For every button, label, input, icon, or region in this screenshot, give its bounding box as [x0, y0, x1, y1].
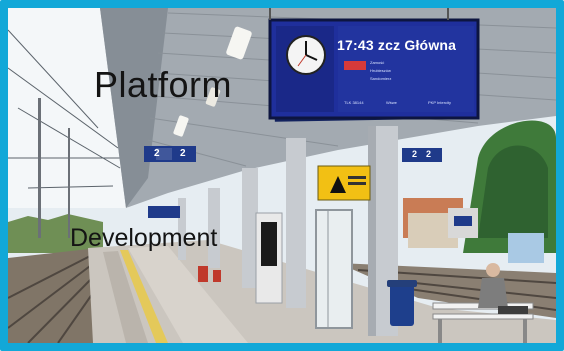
via-stop: Sandomierz	[370, 76, 392, 81]
photo-frame: Platform Development 17:43 zcz Główna Za…	[0, 0, 564, 351]
blue-bin-lid	[387, 280, 417, 287]
catenary-mast-2	[68, 128, 70, 238]
pillar-shadow	[368, 126, 376, 336]
platform-sign-1	[144, 146, 196, 162]
ticket-machine	[508, 233, 544, 263]
time-text: 17:43	[337, 37, 374, 53]
development-heading: Development	[70, 224, 218, 252]
train-number: TLK 38144	[344, 100, 364, 105]
glass-shelter	[315, 209, 353, 329]
platform-heading: Platform	[94, 64, 233, 105]
platform-sign-track: 2	[180, 148, 186, 159]
platform-sign-number: 2	[412, 149, 418, 159]
station-photo	[8, 8, 556, 343]
red-bin	[198, 266, 208, 282]
warning-text	[348, 182, 366, 185]
red-bin	[213, 270, 221, 282]
catenary-mast	[38, 98, 41, 238]
service-note: Wśwe	[386, 100, 397, 105]
platform-sign-number: 2	[154, 148, 160, 159]
platform-sign-2	[402, 148, 442, 162]
platform-sign-track: 2	[426, 149, 432, 159]
platform-sign-far-right	[454, 216, 472, 226]
via-stop: Zamość	[370, 60, 385, 65]
platform-sign-far	[148, 206, 180, 218]
operator-name: PKP Intercity	[428, 100, 452, 105]
via-stop: Hrubieszów	[370, 68, 391, 73]
departure-time: 17:43 zcz Główna	[337, 37, 456, 53]
train-operator-logo	[344, 61, 366, 70]
warning-text	[348, 176, 366, 179]
blue-bin	[390, 284, 414, 326]
info-screen	[261, 222, 277, 266]
destination-text: zcz Główna	[377, 37, 457, 53]
